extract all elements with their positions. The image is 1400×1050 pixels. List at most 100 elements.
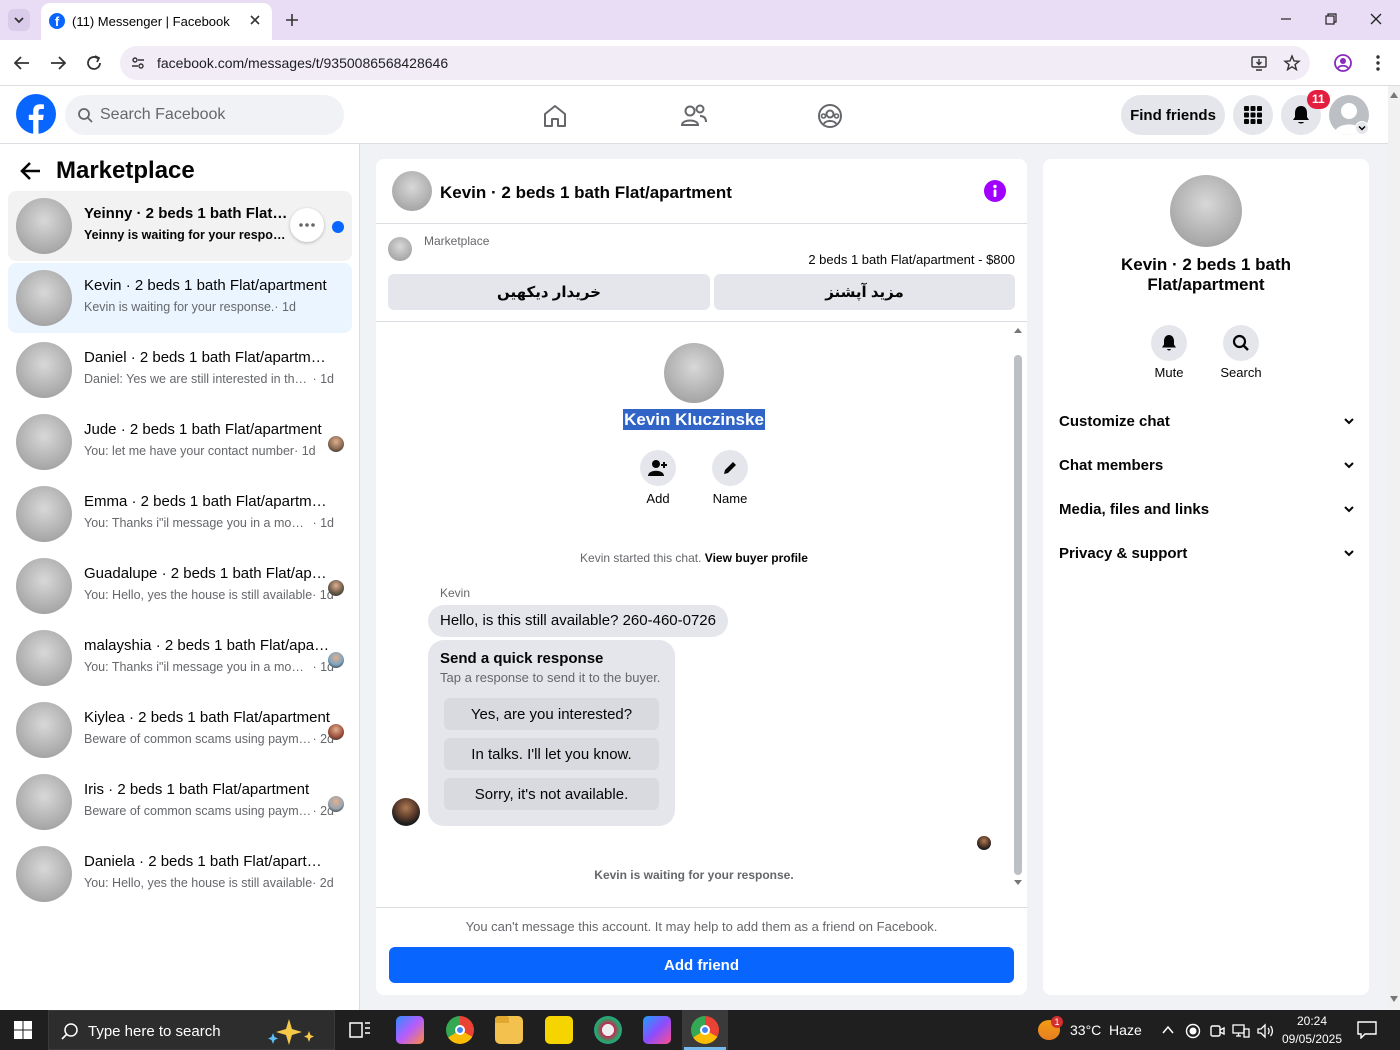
conversation-item[interactable]: Kevin · 2 beds 1 bath Flat/apartment Kevi… bbox=[8, 263, 352, 333]
conversation-info-icon[interactable] bbox=[984, 180, 1006, 202]
file-explorer-icon[interactable] bbox=[495, 1016, 523, 1044]
show-hidden-icons-chevron-icon[interactable] bbox=[1161, 1024, 1175, 1036]
buyer-avatar[interactable] bbox=[664, 343, 724, 403]
home-icon[interactable] bbox=[542, 103, 568, 129]
browser-menu-icon[interactable] bbox=[1372, 53, 1384, 73]
weather-text[interactable]: 33°C Haze bbox=[1070, 1022, 1142, 1038]
conversation-preview-row: You: Hello, yes the house is still avail… bbox=[84, 876, 334, 890]
seen-receipt-avatar bbox=[977, 836, 991, 850]
groups-icon[interactable] bbox=[817, 103, 843, 129]
site-info-icon[interactable] bbox=[130, 55, 146, 71]
conversation-item[interactable]: Yeinny · 2 beds 1 bath Flat/apartment Yei… bbox=[8, 191, 352, 261]
minimize-window-icon[interactable] bbox=[1279, 12, 1293, 26]
conversation-preview: You: Hello, yes the house is still avail… bbox=[84, 588, 313, 602]
clock-time[interactable]: 20:24 bbox=[1280, 1014, 1344, 1028]
conversation-item[interactable]: Jude · 2 beds 1 bath Flat/apartment You: … bbox=[8, 407, 352, 477]
profile-icon[interactable] bbox=[1333, 53, 1353, 73]
clock-date[interactable]: 09/05/2025 bbox=[1280, 1032, 1344, 1046]
conversation-item[interactable]: malayshia · 2 beds 1 bath Flat/apartment… bbox=[8, 623, 352, 693]
network-icon[interactable] bbox=[1232, 1023, 1250, 1039]
sender-avatar[interactable] bbox=[392, 798, 420, 826]
record-icon[interactable] bbox=[1185, 1023, 1201, 1039]
quick-response-yes-button[interactable]: Yes, are you interested? bbox=[444, 698, 659, 730]
weather-badge: 1 bbox=[1051, 1016, 1063, 1028]
windows-start-icon[interactable] bbox=[14, 1021, 32, 1039]
page-scrollbar[interactable] bbox=[1388, 86, 1400, 1010]
conversation-item[interactable]: Iris · 2 beds 1 bath Flat/apartment Bewar… bbox=[8, 767, 352, 837]
chat-started-line: Kevin started this chat. View buyer prof… bbox=[376, 551, 1012, 565]
meet-now-icon[interactable] bbox=[1209, 1023, 1225, 1039]
conversation-item[interactable]: Emma · 2 beds 1 bath Flat/apartment You: … bbox=[8, 479, 352, 549]
message-bubble[interactable]: Hello, is this still available? 260-460-… bbox=[428, 605, 728, 637]
menu-grid-icon[interactable] bbox=[1233, 95, 1273, 135]
add-friend-button[interactable]: Add friend bbox=[389, 947, 1014, 983]
conversation-thumbnail bbox=[16, 558, 72, 614]
header-divider bbox=[376, 223, 1027, 224]
conversation-title: Kevin · 2 beds 1 bath Flat/apartment bbox=[84, 277, 327, 294]
tab-list-chevron-icon[interactable] bbox=[8, 9, 30, 31]
info-listing-avatar[interactable] bbox=[1170, 175, 1242, 247]
tab-title: (11) Messenger | Facebook bbox=[72, 14, 230, 29]
close-window-icon[interactable] bbox=[1369, 12, 1383, 26]
search-conversation-icon[interactable] bbox=[1223, 325, 1259, 361]
conversation-item[interactable]: Daniel · 2 beds 1 bath Flat/apartment Dan… bbox=[8, 335, 352, 405]
microsoft-365-icon[interactable] bbox=[643, 1016, 671, 1044]
friends-icon[interactable] bbox=[680, 103, 708, 129]
customize-chat-section[interactable]: Customize chat bbox=[1059, 406, 1355, 436]
browser-tab[interactable]: f (11) Messenger | Facebook bbox=[41, 3, 272, 40]
conversation-title: Jude · 2 beds 1 bath Flat/apartment bbox=[84, 421, 322, 438]
forward-icon[interactable] bbox=[49, 54, 67, 72]
sticky-notes-icon[interactable] bbox=[545, 1016, 573, 1044]
chat-members-section[interactable]: Chat members bbox=[1059, 450, 1355, 480]
conversation-item[interactable]: Guadalupe · 2 beds 1 bath Flat/apartment… bbox=[8, 551, 352, 621]
address-bar[interactable]: facebook.com/messages/t/9350086568428646 bbox=[120, 46, 1310, 80]
facebook-logo-icon[interactable] bbox=[16, 94, 56, 134]
close-tab-icon[interactable] bbox=[248, 13, 262, 27]
seen-by-avatar bbox=[328, 796, 344, 812]
back-icon[interactable] bbox=[13, 54, 31, 72]
media-files-links-section[interactable]: Media, files and links bbox=[1059, 494, 1355, 524]
find-friends-button[interactable]: Find friends bbox=[1121, 95, 1225, 135]
browser-tab-bar: f (11) Messenger | Facebook bbox=[0, 0, 1400, 40]
edit-name-pencil-icon[interactable] bbox=[712, 450, 748, 486]
chat-header-title[interactable]: Kevin · 2 beds 1 bath Flat/apartment bbox=[440, 183, 732, 203]
url-text: facebook.com/messages/t/9350086568428646 bbox=[157, 55, 449, 71]
messages-scrollbar[interactable] bbox=[1012, 325, 1024, 887]
restore-window-icon[interactable] bbox=[1324, 12, 1338, 26]
copilot-app-icon[interactable] bbox=[396, 1016, 424, 1044]
account-chevron-down-icon[interactable] bbox=[1355, 121, 1369, 135]
view-buyer-profile-link[interactable]: View buyer profile bbox=[705, 551, 808, 565]
more-options-button[interactable]: مزید آپشنز bbox=[714, 274, 1015, 310]
back-arrow-icon[interactable] bbox=[20, 161, 42, 181]
notification-center-icon[interactable] bbox=[1357, 1021, 1377, 1039]
notification-count-badge: 11 bbox=[1307, 90, 1330, 109]
conversation-thumbnail bbox=[16, 270, 72, 326]
paint-app-icon[interactable] bbox=[594, 1016, 622, 1044]
facebook-search-input[interactable]: Search Facebook bbox=[65, 95, 344, 135]
info-title: Kevin · 2 beds 1 bath Flat/apartment bbox=[1120, 255, 1292, 294]
new-tab-icon[interactable] bbox=[284, 12, 300, 28]
section-label: Media, files and links bbox=[1059, 500, 1210, 518]
quick-response-not-available-button[interactable]: Sorry, it's not available. bbox=[444, 778, 659, 810]
conversation-item[interactable]: Kiylea · 2 beds 1 bath Flat/apartment Bew… bbox=[8, 695, 352, 765]
volume-icon[interactable] bbox=[1256, 1023, 1274, 1039]
task-view-icon[interactable] bbox=[349, 1020, 371, 1040]
chat-started-text: Kevin started this chat. bbox=[580, 551, 702, 565]
taskbar-search-box[interactable]: Type here to search bbox=[48, 1010, 335, 1050]
conversation-preview-row: Beware of common scams using payment app… bbox=[84, 804, 334, 818]
view-buyer-button[interactable]: خریدار دیکھیں bbox=[388, 274, 710, 310]
add-label: Add bbox=[646, 491, 670, 506]
privacy-support-section[interactable]: Privacy & support bbox=[1059, 538, 1355, 568]
chevron-down-icon bbox=[1344, 506, 1354, 513]
add-person-icon[interactable] bbox=[640, 450, 676, 486]
bookmark-star-icon[interactable] bbox=[1283, 54, 1301, 72]
conversation-item[interactable]: Daniela · 2 beds 1 bath Flat/apartment Yo… bbox=[8, 839, 352, 909]
mute-bell-icon[interactable] bbox=[1151, 325, 1187, 361]
quick-response-in-talks-button[interactable]: In talks. I'll let you know. bbox=[444, 738, 659, 770]
reload-icon[interactable] bbox=[85, 54, 103, 72]
chrome-app-icon[interactable] bbox=[446, 1016, 474, 1044]
chrome-profile-app-icon[interactable] bbox=[691, 1016, 719, 1044]
install-app-icon[interactable] bbox=[1250, 54, 1268, 72]
chat-listing-thumbnail[interactable] bbox=[392, 171, 432, 211]
conversation-more-options-icon[interactable] bbox=[290, 208, 324, 242]
